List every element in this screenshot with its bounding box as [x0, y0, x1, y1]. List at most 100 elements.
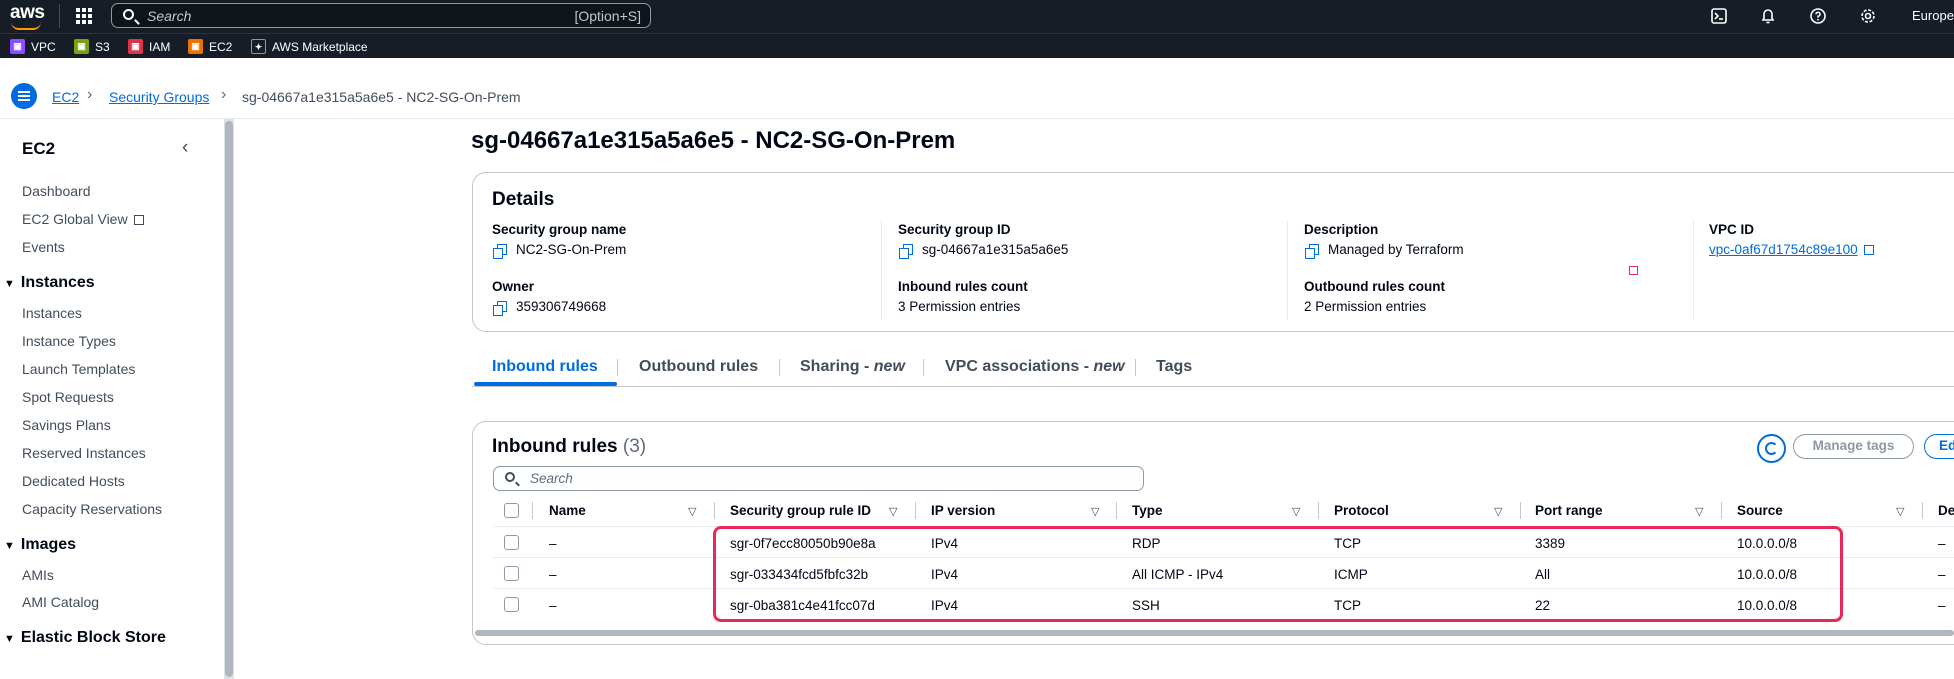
- tab-vpc-associations[interactable]: VPC associations - new: [945, 358, 1125, 376]
- column-header-rule-id[interactable]: Security group rule ID: [730, 503, 871, 518]
- column-header-description[interactable]: De: [1938, 503, 1954, 518]
- sidebar-collapse-icon[interactable]: ‹: [182, 137, 188, 159]
- favorite-ec2[interactable]: ▣ EC2: [188, 38, 232, 55]
- column-header-port-range[interactable]: Port range: [1535, 503, 1603, 518]
- sort-icon[interactable]: ▽: [688, 505, 696, 518]
- rules-search-input[interactable]: Search: [493, 466, 1144, 491]
- row-checkbox[interactable]: [504, 535, 519, 550]
- sg-id-text: sg-04667a1e315a5a6e5: [922, 242, 1069, 257]
- vpc-id-link[interactable]: vpc-0af67d1754c89e100: [1709, 242, 1858, 257]
- sidebar-section-elastic-block-store[interactable]: ▼ Elastic Block Store: [4, 629, 166, 647]
- tab-divider: [617, 359, 618, 376]
- favorite-aws-marketplace[interactable]: ✦ AWS Marketplace: [251, 38, 368, 55]
- sidebar-item-amis[interactable]: AMIs: [22, 567, 54, 583]
- tab-bar-border: [472, 386, 1954, 387]
- details-title: Details: [492, 189, 555, 210]
- tab-label: Inbound rules: [492, 358, 598, 375]
- sidebar-item-dashboard[interactable]: Dashboard: [22, 183, 91, 199]
- caret-down-icon: ▼: [4, 633, 15, 645]
- copy-icon[interactable]: [899, 244, 913, 259]
- sidebar-section-instances[interactable]: ▼ Instances: [4, 274, 95, 292]
- sidebar-item-ec2-global-view[interactable]: EC2 Global View: [22, 211, 144, 227]
- marketplace-service-icon: ✦: [251, 39, 266, 54]
- caret-down-icon: ▼: [4, 278, 15, 290]
- cell-name: –: [549, 536, 557, 551]
- sidebar-item-ami-catalog[interactable]: AMI Catalog: [22, 594, 99, 610]
- sidebar-scrollbar-thumb[interactable]: [225, 121, 233, 677]
- favorite-label: VPC: [31, 39, 56, 54]
- column-header-name[interactable]: Name: [549, 503, 586, 518]
- column-header-type[interactable]: Type: [1132, 503, 1163, 518]
- settings-gear-icon[interactable]: [1860, 8, 1876, 24]
- sidebar-item-reserved-instances[interactable]: Reserved Instances: [22, 445, 146, 461]
- notifications-bell-icon[interactable]: [1760, 8, 1776, 24]
- nav-divider: [59, 4, 60, 28]
- tab-tags[interactable]: Tags: [1156, 358, 1192, 376]
- caret-down-icon: ▼: [4, 540, 15, 552]
- column-divider: [1721, 502, 1722, 519]
- inbound-count-label: Inbound rules count: [898, 279, 1028, 294]
- sidebar-item-spot-requests[interactable]: Spot Requests: [22, 389, 114, 405]
- favorite-iam[interactable]: ▣ IAM: [128, 38, 170, 55]
- favorite-s3[interactable]: ▣ S3: [74, 38, 110, 55]
- ec2-service-icon: ▣: [188, 39, 203, 54]
- column-divider: [915, 502, 916, 519]
- sidebar-item-dedicated-hosts[interactable]: Dedicated Hosts: [22, 473, 125, 489]
- sg-id-label: Security group ID: [898, 222, 1011, 237]
- cloudshell-icon[interactable]: [1711, 8, 1727, 24]
- sidebar-section-images[interactable]: ▼ Images: [4, 536, 76, 554]
- vpc-service-icon: ▣: [10, 39, 25, 54]
- description-value: Managed by Terraform: [1305, 242, 1464, 259]
- breadcrumb-security-groups[interactable]: Security Groups: [109, 89, 209, 105]
- tab-new-badge: new: [873, 358, 905, 375]
- select-all-checkbox[interactable]: [504, 503, 519, 518]
- sidebar-item-events[interactable]: Events: [22, 239, 65, 255]
- table-horizontal-scrollbar[interactable]: [475, 630, 1954, 636]
- copy-icon[interactable]: [493, 301, 507, 316]
- sort-icon[interactable]: ▽: [889, 505, 897, 518]
- side-navigation-toggle-button[interactable]: [11, 83, 37, 109]
- tab-label: Tags: [1156, 358, 1193, 375]
- breadcrumb-ec2[interactable]: EC2: [52, 89, 79, 105]
- sort-icon[interactable]: ▽: [1494, 505, 1502, 518]
- sort-icon[interactable]: ▽: [1896, 505, 1904, 518]
- region-selector[interactable]: Europe: [1912, 8, 1954, 23]
- column-header-protocol[interactable]: Protocol: [1334, 503, 1389, 518]
- sg-name-value: NC2-SG-On-Prem: [493, 242, 626, 259]
- aws-logo[interactable]: aws: [10, 2, 45, 24]
- global-search-input[interactable]: Search [Option+S]: [111, 3, 651, 28]
- tab-outbound-rules[interactable]: Outbound rules: [639, 358, 758, 376]
- tab-divider: [779, 359, 780, 376]
- aws-logo-smile: [11, 22, 41, 30]
- help-icon[interactable]: [1810, 8, 1826, 24]
- description-text: Managed by Terraform: [1328, 242, 1464, 257]
- column-header-ip-version[interactable]: IP version: [931, 503, 995, 518]
- column-divider: [1693, 220, 1694, 320]
- row-checkbox[interactable]: [504, 566, 519, 581]
- row-checkbox[interactable]: [504, 597, 519, 612]
- sort-icon[interactable]: ▽: [1695, 505, 1703, 518]
- column-divider: [1922, 502, 1923, 519]
- copy-icon[interactable]: [1305, 244, 1319, 259]
- cell-description: –: [1938, 598, 1946, 613]
- manage-tags-button[interactable]: Manage tags: [1793, 434, 1914, 459]
- sort-icon[interactable]: ▽: [1091, 505, 1099, 518]
- tab-sharing[interactable]: Sharing - new: [800, 358, 905, 376]
- column-header-source[interactable]: Source: [1737, 503, 1783, 518]
- favorite-label: S3: [95, 39, 110, 54]
- sidebar-item-launch-templates[interactable]: Launch Templates: [22, 361, 135, 377]
- sidebar-item-instance-types[interactable]: Instance Types: [22, 333, 116, 349]
- breadcrumb-current: sg-04667a1e315a5a6e5 - NC2-SG-On-Prem: [242, 89, 521, 105]
- copy-icon[interactable]: [493, 244, 507, 259]
- rules-search-placeholder: Search: [530, 471, 573, 486]
- tab-inbound-rules[interactable]: Inbound rules: [492, 358, 598, 376]
- edit-inbound-rules-button[interactable]: Ed: [1924, 434, 1954, 459]
- description-label: Description: [1304, 222, 1379, 237]
- services-menu-icon[interactable]: [76, 8, 92, 24]
- sidebar-item-capacity-reservations[interactable]: Capacity Reservations: [22, 501, 162, 517]
- sort-icon[interactable]: ▽: [1292, 505, 1300, 518]
- refresh-icon[interactable]: [1757, 434, 1786, 463]
- sidebar-item-instances[interactable]: Instances: [22, 305, 82, 321]
- favorite-vpc[interactable]: ▣ VPC: [10, 38, 56, 55]
- sidebar-item-savings-plans[interactable]: Savings Plans: [22, 417, 111, 433]
